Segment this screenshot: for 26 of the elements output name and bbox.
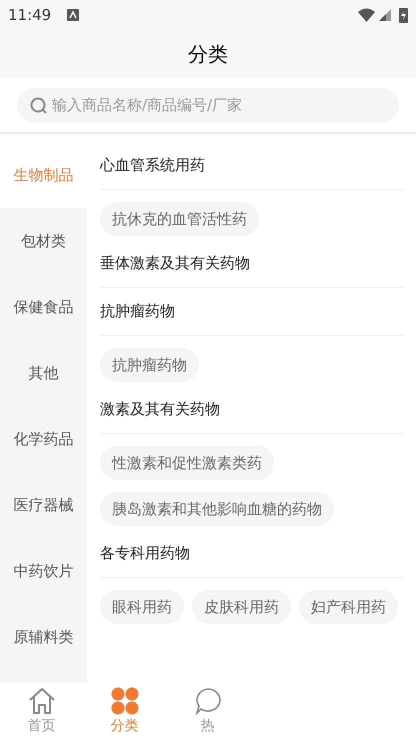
category-tab[interactable]: 生物制品 (0, 142, 87, 208)
nav-tab[interactable]: 热 (166, 687, 249, 735)
subcategory-title: 心血管系统用药 (100, 155, 205, 176)
nav-tab[interactable]: 分类 (83, 687, 166, 735)
home-icon (28, 687, 56, 715)
subcategory-title: 各专科用药物 (100, 543, 190, 564)
category-chip[interactable]: 抗休克的血管活性药 (100, 202, 259, 236)
status-time: 11:49 (8, 4, 52, 26)
notification-icon (67, 9, 80, 21)
page-title: 分类 (188, 41, 228, 68)
subcategory-title: 垂体激素及其有关药物 (100, 253, 250, 274)
search-icon (30, 96, 48, 114)
nav-tab[interactable]: 首页 (0, 687, 83, 735)
battery-icon (399, 7, 408, 23)
wifi-icon (358, 8, 375, 22)
signal-icon (379, 9, 391, 21)
subcategory-title: 抗肿瘤药物 (100, 301, 175, 322)
category-chip[interactable]: 性激素和促性激素类药 (100, 446, 274, 480)
category-chip[interactable]: 妇产科用药 (299, 590, 398, 624)
grid-icon (110, 687, 138, 715)
category-chip[interactable]: 抗肿瘤药物 (100, 348, 199, 382)
category-chip[interactable]: 皮肤科用药 (192, 590, 291, 624)
search-field[interactable]: 输入商品名称/商品编号/厂家 (17, 88, 399, 122)
subcategory-title: 激素及其有关药物 (100, 399, 220, 420)
category-chip[interactable]: 胰岛激素和其他影响血糖的药物 (100, 492, 334, 526)
category-chip[interactable]: 眼科用药 (100, 590, 184, 624)
